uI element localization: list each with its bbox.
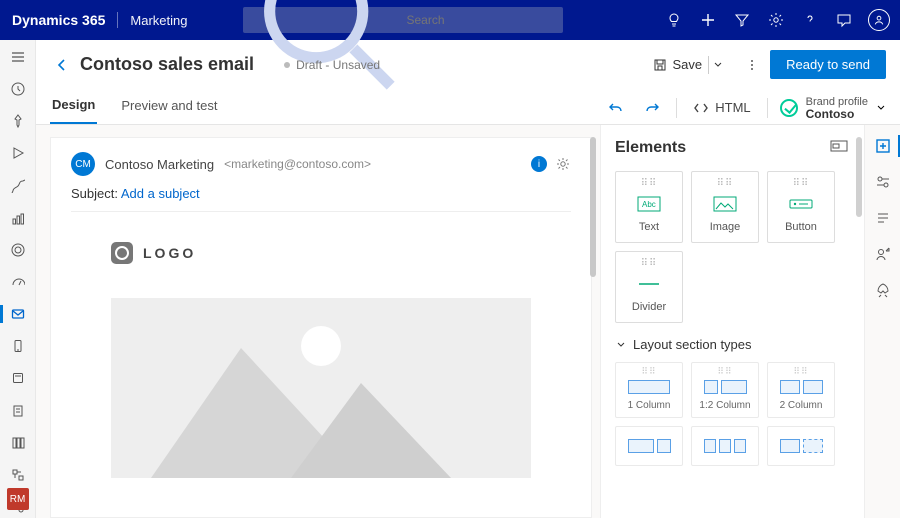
element-text-label: Text bbox=[639, 221, 659, 233]
divider bbox=[676, 98, 677, 118]
add-subject-link[interactable]: Add a subject bbox=[121, 186, 200, 201]
assets-icon[interactable] bbox=[6, 432, 30, 454]
journey-icon[interactable] bbox=[6, 175, 30, 197]
save-label: Save bbox=[673, 57, 703, 72]
undo-button[interactable] bbox=[604, 96, 628, 120]
logo-text: LOGO bbox=[143, 245, 196, 261]
redo-button[interactable] bbox=[640, 96, 664, 120]
analytics-icon[interactable] bbox=[6, 207, 30, 229]
sender-avatar: CM bbox=[71, 152, 95, 176]
right-tool-rail bbox=[864, 125, 900, 518]
layout-12-label: 1:2 Column bbox=[699, 400, 750, 411]
layout-1-2-column[interactable]: ⠿⠿1:2 Column bbox=[691, 362, 759, 418]
search-input[interactable] bbox=[406, 13, 555, 27]
element-image-label: Image bbox=[710, 221, 741, 233]
global-search[interactable] bbox=[243, 7, 563, 33]
push-icon[interactable] bbox=[6, 367, 30, 389]
lightbulb-icon[interactable] bbox=[658, 0, 690, 40]
html-label: HTML bbox=[715, 100, 750, 115]
layout-2-column[interactable]: ⠿⠿2 Column bbox=[767, 362, 835, 418]
chat-icon[interactable] bbox=[828, 0, 860, 40]
app-topbar: Dynamics 365 Marketing bbox=[0, 0, 900, 40]
back-button[interactable] bbox=[50, 53, 74, 77]
email-canvas[interactable]: CM Contoso Marketing <marketing@contoso.… bbox=[50, 137, 592, 518]
layout-2-label: 2 Column bbox=[780, 400, 823, 411]
checkmark-badge-icon bbox=[780, 99, 798, 117]
save-split-chevron[interactable] bbox=[708, 56, 726, 74]
user-initials-avatar[interactable]: RM bbox=[7, 488, 29, 510]
layout-1-column[interactable]: ⠿⠿1 Column bbox=[615, 362, 683, 418]
tabs-row: Design Preview and test HTML Brand profi… bbox=[36, 85, 900, 125]
chevron-down-icon bbox=[876, 103, 886, 113]
layout-section-header[interactable]: Layout section types bbox=[615, 337, 860, 352]
brand-name[interactable]: Dynamics 365 bbox=[12, 12, 117, 28]
segment-icon[interactable] bbox=[6, 464, 30, 486]
form-icon[interactable] bbox=[6, 400, 30, 422]
email-icon[interactable] bbox=[6, 303, 30, 325]
ready-to-send-button[interactable]: Ready to send bbox=[770, 50, 886, 79]
brand-divider bbox=[117, 12, 118, 28]
styles-tab[interactable] bbox=[872, 207, 894, 229]
layout-3-column[interactable] bbox=[691, 426, 759, 466]
layout-custom-column[interactable] bbox=[767, 426, 835, 466]
settings-tab[interactable] bbox=[872, 171, 894, 193]
personalization-tab[interactable] bbox=[872, 243, 894, 265]
layout-2-1-column[interactable] bbox=[615, 426, 683, 466]
element-button-label: Button bbox=[785, 221, 817, 233]
svg-text:Abc: Abc bbox=[642, 200, 656, 209]
panel-title: Elements bbox=[615, 139, 686, 157]
pin-icon[interactable] bbox=[6, 110, 30, 132]
speed-icon[interactable] bbox=[6, 271, 30, 293]
layout-section-title: Layout section types bbox=[633, 337, 752, 352]
elements-panel: Elements ⠿⠿ Abc Text ⠿⠿ Image ⠿ bbox=[600, 125, 864, 518]
html-button[interactable]: HTML bbox=[689, 96, 754, 120]
logo-mark-icon bbox=[111, 242, 133, 264]
user-avatar[interactable] bbox=[868, 9, 890, 31]
element-button[interactable]: ⠿⠿ Button bbox=[767, 171, 835, 243]
status-dot bbox=[284, 62, 290, 68]
target-icon[interactable] bbox=[6, 239, 30, 261]
left-nav-rail: RM bbox=[0, 40, 36, 518]
status-text: Draft - Unsaved bbox=[296, 58, 380, 72]
filter-icon[interactable] bbox=[726, 0, 758, 40]
sender-email: <marketing@contoso.com> bbox=[224, 157, 371, 171]
brand-profile-value: Contoso bbox=[806, 108, 868, 120]
tab-preview[interactable]: Preview and test bbox=[119, 92, 219, 123]
chevron-down-icon bbox=[615, 339, 627, 351]
rocket-tab[interactable] bbox=[872, 279, 894, 301]
plus-icon[interactable] bbox=[692, 0, 724, 40]
sender-name: Contoso Marketing bbox=[105, 157, 214, 172]
brand-profile-label: Brand profile bbox=[806, 96, 868, 108]
element-divider[interactable]: ⠿⠿ Divider bbox=[615, 251, 683, 323]
add-element-tab[interactable] bbox=[872, 135, 894, 157]
subject-label: Subject: bbox=[71, 186, 118, 201]
save-icon bbox=[653, 58, 667, 72]
more-actions[interactable] bbox=[742, 58, 762, 72]
email-canvas-area: CM Contoso Marketing <marketing@contoso.… bbox=[36, 125, 600, 518]
info-badge-icon[interactable]: i bbox=[531, 156, 547, 172]
divider bbox=[767, 98, 768, 118]
subject-row: Subject: Add a subject bbox=[71, 186, 571, 212]
save-button[interactable]: Save bbox=[645, 52, 735, 78]
brand-profile-selector[interactable]: Brand profileContoso bbox=[780, 96, 886, 120]
logo-block[interactable]: LOGO bbox=[111, 242, 531, 264]
code-icon bbox=[693, 100, 709, 116]
tab-design[interactable]: Design bbox=[50, 91, 97, 124]
page-title: Contoso sales email bbox=[80, 54, 254, 75]
hero-image-placeholder[interactable] bbox=[111, 298, 531, 478]
gear-icon[interactable] bbox=[760, 0, 792, 40]
area-name[interactable]: Marketing bbox=[130, 13, 187, 28]
gear-icon[interactable] bbox=[555, 156, 571, 172]
element-divider-label: Divider bbox=[632, 301, 666, 313]
page-header: Contoso sales email Draft - Unsaved Save… bbox=[36, 40, 900, 85]
recent-icon[interactable] bbox=[6, 78, 30, 100]
layout-1-label: 1 Column bbox=[628, 400, 671, 411]
element-text[interactable]: ⠿⠿ Abc Text bbox=[615, 171, 683, 243]
hamburger-icon[interactable] bbox=[6, 46, 30, 68]
element-image[interactable]: ⠿⠿ Image bbox=[691, 171, 759, 243]
panel-mode-toggle[interactable] bbox=[830, 139, 848, 157]
help-icon[interactable] bbox=[794, 0, 826, 40]
sms-icon[interactable] bbox=[6, 335, 30, 357]
play-icon[interactable] bbox=[6, 142, 30, 164]
